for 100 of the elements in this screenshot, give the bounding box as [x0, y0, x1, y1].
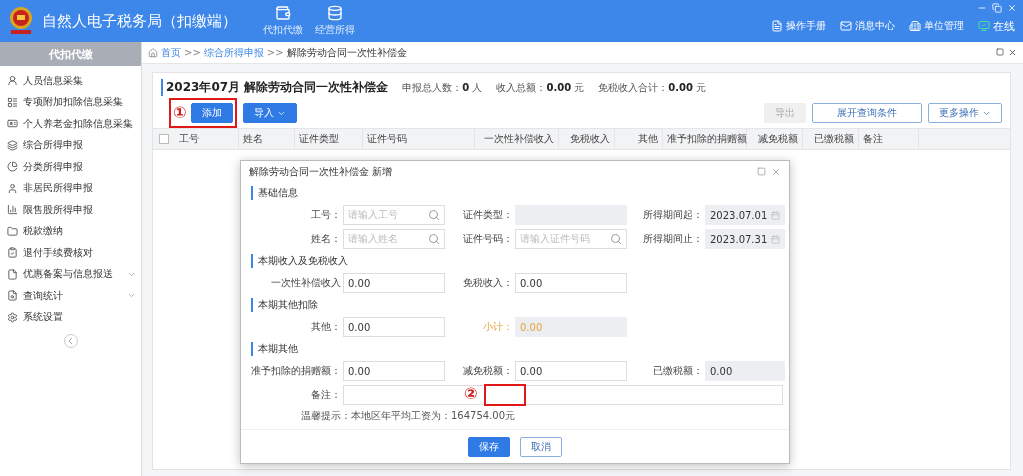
input-field[interactable]: 0.00 [343, 317, 445, 337]
breadcrumb-link[interactable]: 首页 [161, 45, 181, 60]
column-header: 姓名 [239, 129, 295, 149]
person-icon [7, 75, 18, 87]
calendar-icon [771, 234, 780, 244]
column-header: 工号 [175, 129, 239, 149]
field-label: 准予扣除的捐赠额： [250, 364, 342, 378]
search-icon [610, 233, 622, 245]
column-header: 准予扣除的捐赠额 [663, 129, 747, 149]
search-icon [428, 209, 440, 221]
settings-icon [7, 311, 18, 323]
close-icon[interactable] [1007, 3, 1017, 13]
input-field[interactable]: 2023.07.01 [705, 205, 785, 225]
user-icon [7, 182, 18, 194]
sidebar-item[interactable]: 个人养老金扣除信息采集 [0, 113, 141, 135]
header-link[interactable]: 在线 [978, 18, 1015, 34]
input-field[interactable]: 0.00 [343, 273, 445, 293]
sidebar-item[interactable]: 系统设置 [0, 306, 141, 328]
field-label: 减免税额： [462, 364, 514, 378]
field-label: 所得期间起： [642, 208, 704, 222]
monitor-icon [978, 20, 990, 32]
page-title: 2023年07月 解除劳动合同一次性补偿金 [161, 79, 389, 96]
field-label: 证件号码： [462, 232, 514, 246]
section-title: 本期收入及免税收入 [251, 254, 779, 268]
sidebar-item[interactable]: 查询统计 [0, 285, 141, 307]
wallet-icon [275, 5, 291, 21]
folder-icon [7, 225, 18, 237]
breadcrumb-link[interactable]: 解除劳动合同一次性补偿金 [286, 45, 407, 60]
dialog-button[interactable]: 保存 [468, 436, 510, 457]
hint-text: 温馨提示：本地区年平均工资为：164754.00元 [300, 409, 517, 423]
list-icon [7, 96, 18, 108]
section-title: 本期其他扣除 [251, 298, 779, 312]
toolbar-button[interactable]: 展开查询条件 [812, 103, 922, 123]
sidebar-item[interactable]: 专项附加扣除信息采集 [0, 91, 141, 113]
restore-icon[interactable] [992, 3, 1002, 13]
field-label: 免税收入： [462, 276, 514, 290]
summary-text: 收入总额：0.00 元 [496, 80, 585, 95]
sidebar-item[interactable]: 非居民所得申报 [0, 177, 141, 199]
dialog-button[interactable]: 取消 [520, 436, 562, 457]
sidebar-item[interactable]: 税款缴纳 [0, 220, 141, 242]
maximize-icon[interactable] [757, 167, 766, 176]
header-link[interactable]: 单位管理 [909, 19, 964, 33]
sidebar-item[interactable]: 限售股所得申报 [0, 199, 141, 221]
collapse-icon [67, 338, 74, 344]
field-label: 工号： [310, 208, 342, 222]
select-all-checkbox[interactable] [159, 134, 169, 144]
field-label: 姓名： [310, 232, 342, 246]
clipboard-icon [7, 247, 18, 259]
sidebar-item[interactable]: 退付手续费核对 [0, 242, 141, 264]
input-field[interactable]: 0.00 [515, 273, 627, 293]
highlight-frame [484, 384, 526, 406]
input-field[interactable]: ② [343, 385, 783, 405]
column-header: 免税收入 [559, 129, 615, 149]
header-link[interactable]: 消息中心 [840, 19, 895, 33]
header-link[interactable]: 操作手册 [771, 19, 826, 33]
dialog-title: 解除劳动合同一次性补偿金 新增 [249, 165, 393, 179]
highlight-frame [169, 98, 237, 128]
id-card-icon [7, 118, 18, 130]
field-label: 其他： [310, 320, 342, 334]
calendar-icon [771, 210, 780, 220]
field-label: 证件类型： [462, 208, 514, 222]
mail-icon [840, 20, 852, 32]
toolbar-button[interactable]: 更多操作 [928, 103, 1002, 123]
restore-icon[interactable] [996, 48, 1004, 56]
field-label: 备注： [310, 388, 342, 402]
sidebar-item[interactable]: 人员信息采集 [0, 70, 141, 92]
sidebar-item[interactable]: 分类所得申报 [0, 156, 141, 178]
column-header: 已缴税额 [803, 129, 859, 149]
search-icon [428, 233, 440, 245]
input-field[interactable]: 0.00 [515, 361, 627, 381]
toolbar-button[interactable]: 添加 [190, 103, 233, 123]
summary-text: 免税收入合计：0.00 元 [598, 80, 707, 95]
database-icon [327, 5, 343, 21]
emblem-icon [8, 6, 34, 36]
column-header: 证件号码 [363, 129, 475, 149]
column-header: 减免税额 [747, 129, 803, 149]
column-header: 一次性补偿收入 [475, 129, 559, 149]
input-field[interactable]: 0.00 [343, 361, 445, 381]
breadcrumb-separator: >> [184, 47, 201, 58]
document-icon [7, 268, 18, 280]
close-icon[interactable] [1008, 48, 1017, 57]
breadcrumb-link[interactable]: 综合所得申报 [203, 45, 264, 60]
section-title: 本期其他 [251, 342, 779, 356]
layers-icon [7, 139, 18, 151]
field-label: 小计： [482, 320, 514, 334]
pie-chart-icon [7, 161, 18, 173]
field-label: 已缴税额： [652, 364, 704, 378]
sidebar-item[interactable]: 优惠备案与信息报送 [0, 263, 141, 285]
bar-chart-icon [7, 204, 18, 216]
toolbar-button[interactable]: 导入 [242, 103, 297, 123]
search-document-icon [7, 290, 18, 302]
input-field[interactable]: 2023.07.31 [705, 229, 785, 249]
document-icon [771, 20, 783, 32]
step-marker: ② [464, 386, 478, 402]
input-field[interactable]: 0.00 [705, 361, 785, 381]
step-marker: ① [173, 105, 187, 121]
app-title: 自然人电子税务局（扣缴端） [42, 11, 237, 31]
sidebar-item[interactable]: 综合所得申报 [0, 134, 141, 156]
sidebar-title: 代扣代缴 [0, 42, 141, 66]
field-label: 所得期间止： [642, 232, 704, 246]
